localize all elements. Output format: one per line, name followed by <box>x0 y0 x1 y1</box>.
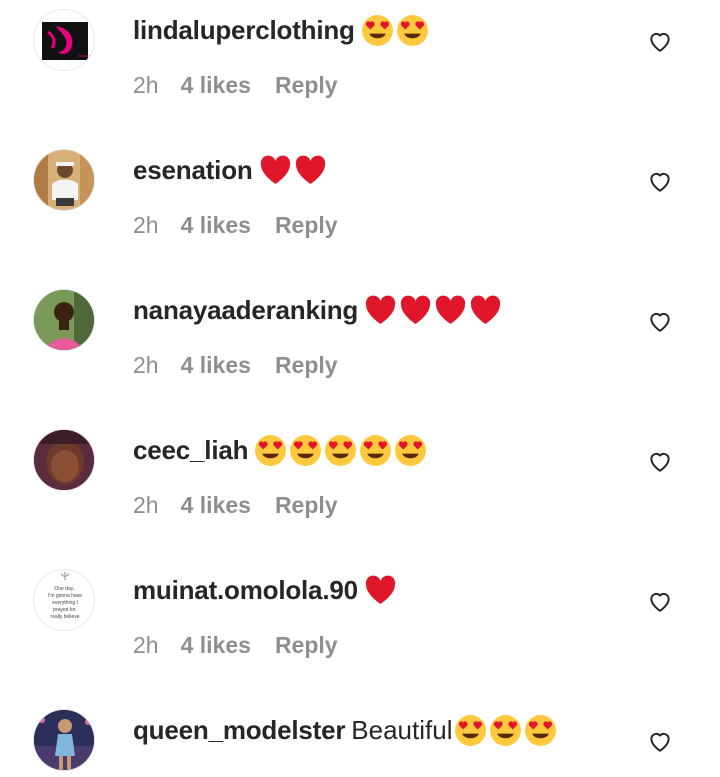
heart-outline-icon[interactable] <box>647 448 673 474</box>
avatar[interactable] <box>33 289 95 351</box>
heart-eyes-emoji-icon <box>361 14 393 46</box>
heart-eyes-emoji-icon <box>325 434 357 466</box>
likes-count[interactable]: 4 likes <box>181 212 251 239</box>
avatar-photo <box>34 430 94 490</box>
red-heart-emoji-icon <box>400 295 431 324</box>
comment-item: esenation 2h 4 likes Reply <box>0 140 720 280</box>
timestamp: 2h <box>133 492 159 518</box>
timestamp: 2h <box>133 632 159 658</box>
heart-outline-icon[interactable] <box>647 168 673 194</box>
svg-text:One day..: One day.. <box>54 586 75 592</box>
avatar[interactable]: One day.. I'm gonna have everything I pr… <box>33 569 95 631</box>
avatar-photo <box>34 150 94 210</box>
avatar-photo <box>34 290 94 350</box>
heart-eyes-emoji-icon <box>255 434 287 466</box>
avatar-photo <box>34 710 94 770</box>
heart-eyes-emoji-icon <box>396 14 428 46</box>
likes-count[interactable]: 4 likes <box>181 492 251 519</box>
emoji-group <box>259 154 329 187</box>
comment-item: One day.. I'm gonna have everything I pr… <box>0 560 720 700</box>
timestamp: 2h <box>133 72 159 98</box>
quote-avatar-image: One day.. I'm gonna have everything I pr… <box>34 570 94 630</box>
username[interactable]: muinat.omolola.90 <box>133 575 358 606</box>
red-heart-emoji-icon <box>365 575 396 604</box>
emoji-group <box>254 434 429 467</box>
lindalupe-logo: lindalupe <box>42 22 95 60</box>
red-heart-emoji-icon <box>365 295 396 324</box>
red-heart-emoji-icon <box>260 155 290 184</box>
svg-text:I'm gonna have: I'm gonna have <box>48 593 82 599</box>
comment-item: queen_modelster Beautiful <box>0 700 720 777</box>
likes-count[interactable]: 4 likes <box>181 352 251 379</box>
username[interactable]: lindaluperclothing <box>133 15 355 46</box>
logo-text: lindalupe <box>78 53 95 58</box>
red-heart-emoji-icon <box>295 155 325 184</box>
svg-text:prayed for.: prayed for. <box>53 607 77 613</box>
red-heart-emoji-icon <box>470 295 501 324</box>
comment-text: Beautiful <box>351 714 453 745</box>
emoji-group <box>364 294 504 327</box>
heart-outline-icon[interactable] <box>647 588 673 614</box>
avatar[interactable] <box>33 429 95 491</box>
reply-button[interactable]: Reply <box>275 632 338 659</box>
username[interactable]: esenation <box>133 155 253 186</box>
comment-meta: 2h 4 likes Reply <box>133 352 338 379</box>
username[interactable]: ceec_liah <box>133 435 248 466</box>
username[interactable]: queen_modelster <box>133 715 345 746</box>
timestamp: 2h <box>133 352 159 378</box>
reply-button[interactable]: Reply <box>275 492 338 519</box>
likes-count[interactable]: 4 likes <box>181 632 251 659</box>
heart-eyes-emoji-icon <box>455 714 487 746</box>
heart-eyes-emoji-icon <box>290 434 322 466</box>
reply-button[interactable]: Reply <box>275 212 338 239</box>
heart-eyes-emoji-icon <box>525 714 557 746</box>
heart-outline-icon[interactable] <box>647 308 673 334</box>
avatar[interactable] <box>33 149 95 211</box>
heart-eyes-emoji-icon <box>490 714 522 746</box>
reply-button[interactable]: Reply <box>275 72 338 99</box>
svg-text:everything I: everything I <box>52 600 78 606</box>
heart-eyes-emoji-icon <box>360 434 392 466</box>
comment-meta: 2h 4 likes Reply <box>133 212 338 239</box>
heart-eyes-emoji-icon <box>395 434 427 466</box>
heart-outline-icon[interactable] <box>647 28 673 54</box>
likes-count[interactable]: 4 likes <box>181 72 251 99</box>
reply-button[interactable]: Reply <box>275 352 338 379</box>
comment-item: ceec_liah 2h 4 likes Reply <box>0 420 720 560</box>
comment-meta: 2h 4 likes Reply <box>133 632 338 659</box>
avatar[interactable]: lindalupe <box>33 9 95 71</box>
red-heart-emoji-icon <box>435 295 466 324</box>
comment-meta: 2h 4 likes Reply <box>133 492 338 519</box>
heart-outline-icon[interactable] <box>647 728 673 754</box>
avatar[interactable] <box>33 709 95 771</box>
username[interactable]: nanayaaderanking <box>133 295 358 326</box>
timestamp: 2h <box>133 212 159 238</box>
emoji-group <box>361 14 431 47</box>
comment-meta: 2h 4 likes Reply <box>133 72 338 99</box>
comment-item: nanayaaderanking 2h 4 likes Reply <box>0 280 720 420</box>
emoji-group <box>454 714 559 747</box>
comment-item: lindalupe lindaluperclothing 2h 4 likes … <box>0 0 720 140</box>
svg-text:really believe: really believe <box>50 614 79 620</box>
emoji-group <box>364 574 399 607</box>
